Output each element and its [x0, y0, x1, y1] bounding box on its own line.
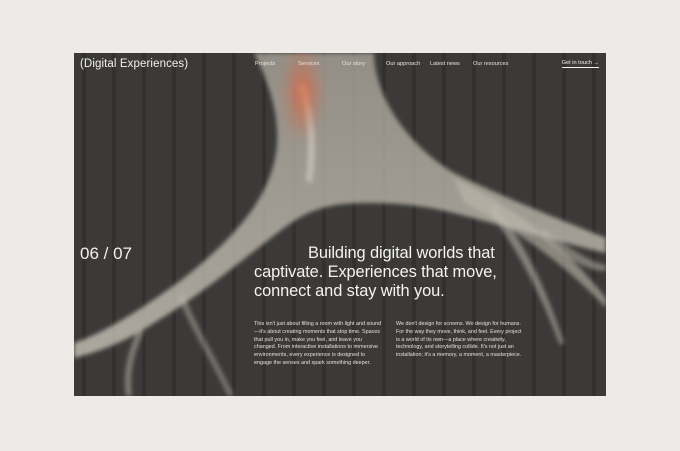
headline-line-1: Building digital worlds that: [308, 244, 495, 262]
nav-our-story[interactable]: Our story: [342, 61, 365, 67]
body-text-right: We don't design for screens. We design f…: [396, 321, 522, 359]
body-text-left: This isn't just about filling a room wit…: [254, 321, 382, 366]
get-in-touch-link[interactable]: Get in touch →: [561, 60, 599, 68]
nav-our-approach[interactable]: Our approach: [386, 61, 420, 67]
nav-projects[interactable]: Projects: [255, 61, 275, 67]
nav-services[interactable]: Services: [298, 61, 319, 67]
nav-latest-news[interactable]: Latest news: [430, 61, 460, 67]
hero-frame: (Digital Experiences) Projects Services …: [74, 53, 606, 396]
headline-line-3: connect and stay with you.: [254, 282, 445, 300]
site-header: (Digital Experiences) Projects Services …: [74, 53, 606, 77]
nav-our-resources[interactable]: Our resources: [473, 61, 508, 67]
headline-line-2: captivate. Experiences that move,: [254, 263, 497, 281]
slide-counter: 06 / 07: [80, 244, 132, 263]
brand-logo[interactable]: (Digital Experiences): [80, 58, 188, 70]
hero-headline: Building digital worlds that captivate. …: [254, 244, 604, 301]
